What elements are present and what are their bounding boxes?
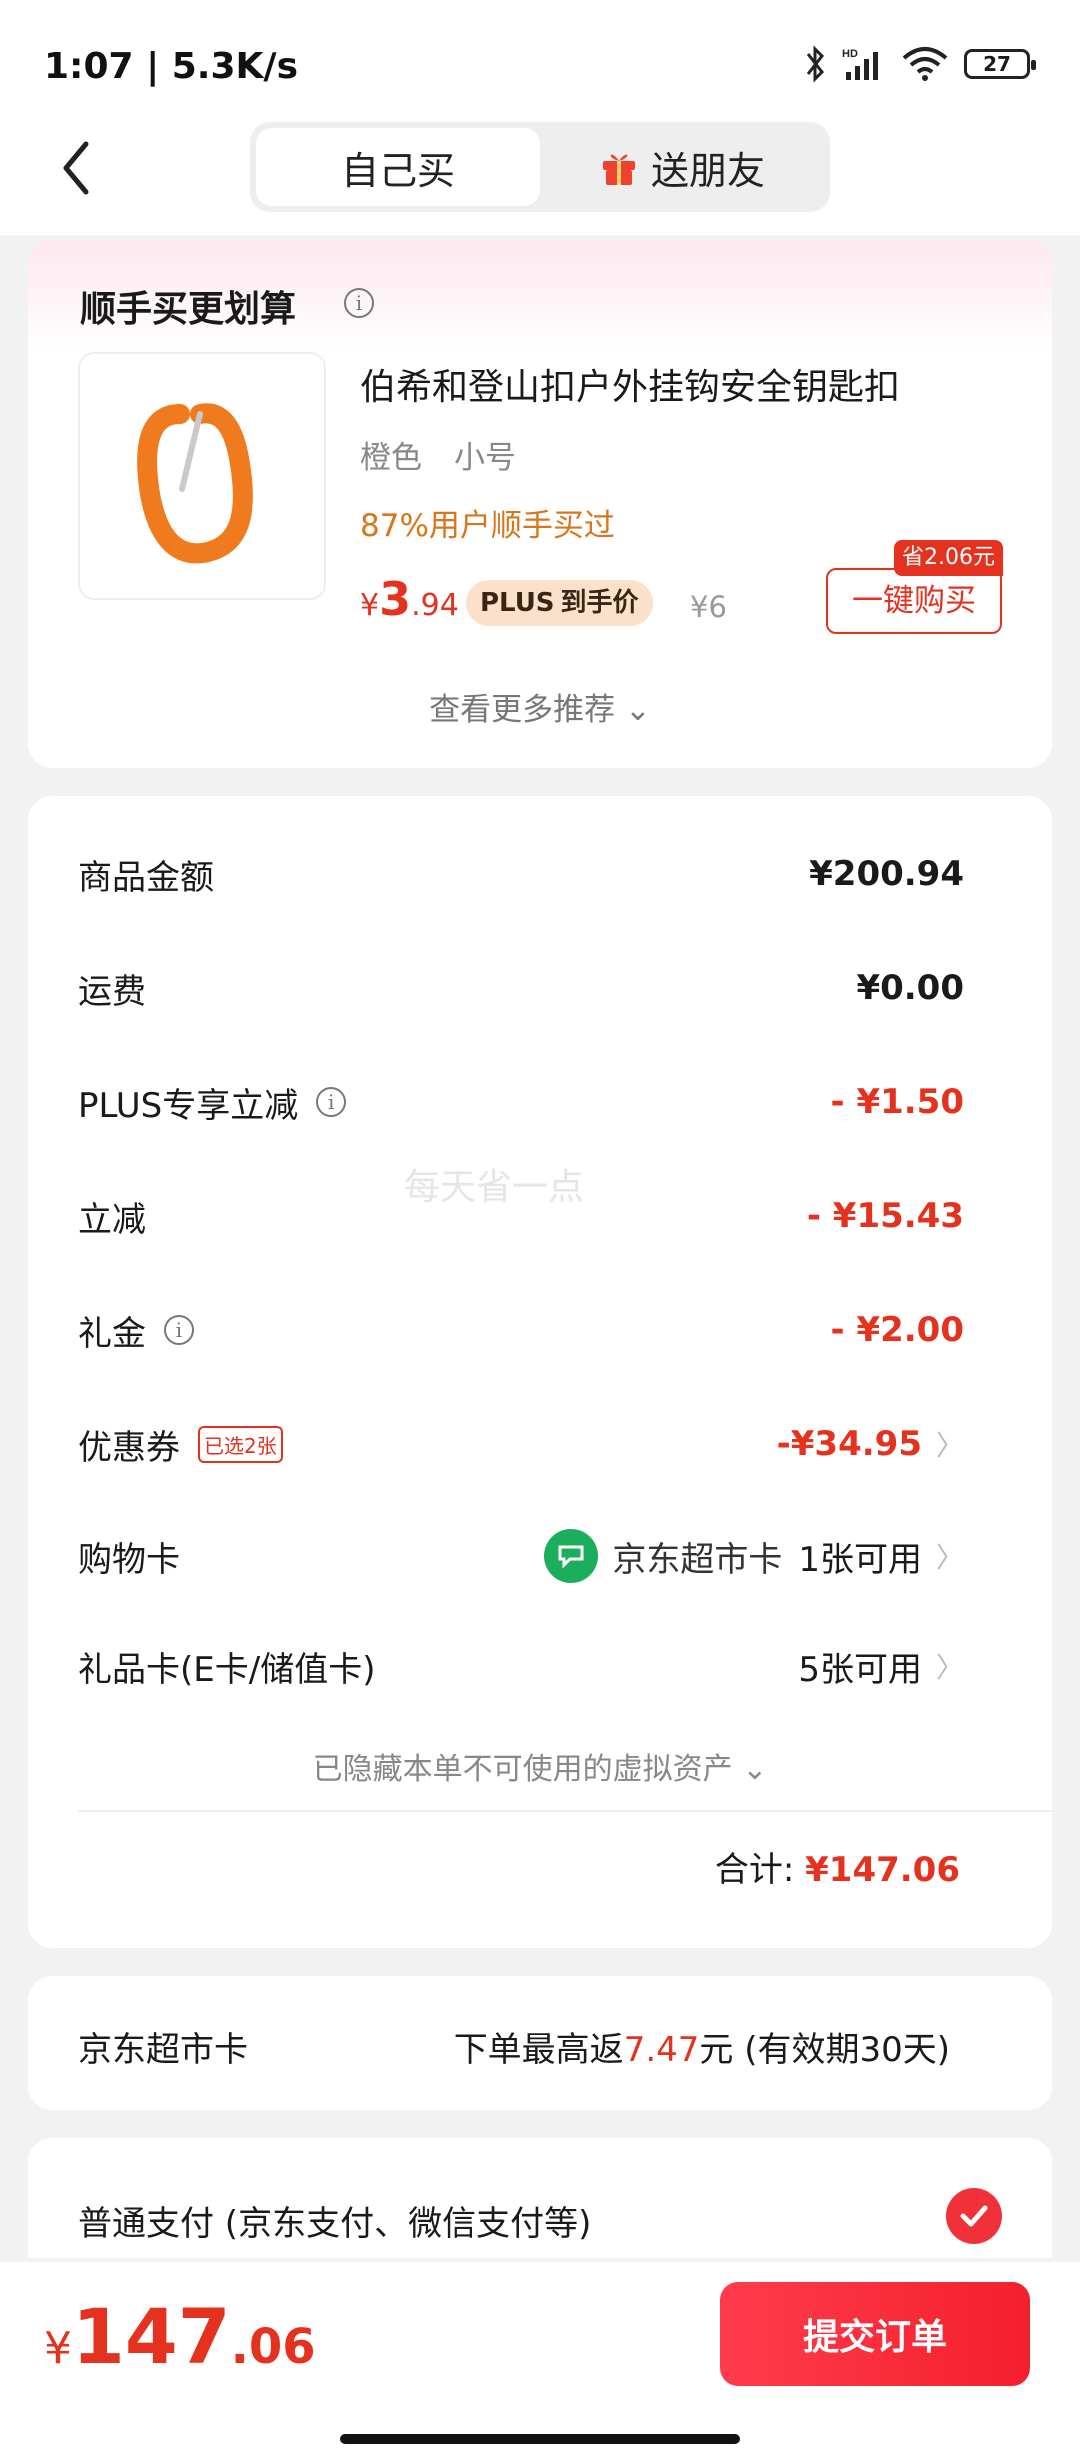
row-label: 运费: [78, 971, 146, 1012]
cashback-suffix: 元 (有效期30天): [699, 2030, 950, 2070]
checkmark-selected-icon[interactable]: [946, 2188, 1002, 2244]
tab-send-to-friend[interactable]: 送朋友: [540, 128, 824, 206]
cashback-info: 下单最高返7.47元 (有效期30天): [454, 2022, 950, 2071]
divider: [78, 1810, 1052, 1812]
bluetooth-icon: [806, 45, 824, 83]
status-time: 1:07 | 5.3K/s: [44, 46, 299, 87]
status-icons: HD 27: [804, 44, 1036, 84]
coupon-selected-badge: 已选2张: [198, 1425, 283, 1463]
order-total: 合计: ¥147.06: [715, 1842, 960, 1891]
shopping-card-name: 京东超市卡: [612, 1539, 783, 1580]
row-label: 优惠券: [78, 1427, 180, 1468]
bottom-currency: ¥: [44, 2323, 72, 2374]
submit-order-button[interactable]: 提交订单: [720, 2282, 1030, 2386]
chevron-right-icon: 〉: [935, 1651, 964, 1684]
price-integer: 3: [379, 572, 412, 626]
home-indicator[interactable]: [340, 2434, 740, 2444]
product-spec: 橙色 小号: [360, 432, 548, 477]
battery-icon: 27: [964, 49, 1036, 79]
row-shopping-card[interactable]: 购物卡 京东超市卡 1张可用 〉: [78, 1526, 964, 1586]
info-icon[interactable]: i: [164, 1315, 194, 1345]
row-value: -¥34.95: [776, 1424, 922, 1464]
total-label: 合计:: [714, 1850, 806, 1890]
product-color: 橙色: [360, 440, 422, 476]
row-shipping: 运费 ¥0.00: [78, 958, 964, 1018]
row-gift-card[interactable]: 礼品卡(E卡/储值卡) 5张可用〉: [78, 1636, 964, 1696]
bottom-price-decimal: .06: [230, 2319, 316, 2375]
price-decimal: .94: [411, 588, 459, 623]
one-click-buy-button[interactable]: 一键购买: [826, 568, 1002, 634]
signal-icon: HD: [842, 48, 878, 80]
more-recommendations-link[interactable]: 查看更多推荐 ⌄: [0, 684, 1080, 729]
row-label: 立减: [78, 1199, 146, 1240]
total-value: ¥147.06: [805, 1850, 960, 1890]
save-badge: 省2.06元: [894, 540, 1003, 576]
info-icon[interactable]: i: [316, 1087, 347, 1117]
gift-icon: [602, 154, 635, 185]
row-goods-amount: 商品金额 ¥200.94: [78, 844, 964, 904]
chevron-right-icon: 〉: [935, 1429, 964, 1462]
hidden-assets-toggle[interactable]: 已隐藏本单不可使用的虚拟资产 ⌄: [0, 1744, 1080, 1788]
product-hint: 87%用户顺手买过: [360, 508, 615, 544]
row-label: 商品金额: [78, 857, 214, 898]
row-label: 购物卡: [78, 1539, 180, 1580]
row-label: 礼金: [78, 1313, 146, 1354]
jd-supermarket-logo-icon: [544, 1529, 599, 1583]
cashback-amount: 7.47: [623, 2030, 700, 2070]
plus-label: PLUS: [480, 588, 555, 618]
row-value: ¥200.94: [809, 854, 964, 894]
plus-price-tag: PLUS 到手价: [466, 580, 653, 626]
row-label: PLUS专享立减: [78, 1085, 299, 1126]
bottom-total-price: ¥ 147 .06: [44, 2292, 316, 2381]
purchase-mode-switch: 自己买 送朋友: [250, 122, 830, 212]
tab-buy-for-self[interactable]: 自己买: [256, 128, 540, 206]
product-image[interactable]: [78, 352, 326, 600]
row-label: 礼品卡(E卡/储值卡): [78, 1649, 376, 1690]
row-value: - ¥15.43: [806, 1196, 964, 1236]
payment-method-label[interactable]: 普通支付 (京东支付、微信支付等): [78, 2196, 591, 2245]
back-arrow-icon[interactable]: [56, 138, 104, 198]
info-icon[interactable]: i: [344, 288, 374, 318]
row-plus-discount: PLUS专享立减 i - ¥1.50: [78, 1072, 964, 1132]
tab-label: 自己买: [340, 148, 455, 193]
row-value: 5张可用: [798, 1649, 922, 1690]
recommend-title: 顺手买更划算: [80, 289, 297, 330]
original-price: ¥6: [690, 590, 727, 624]
row-instant-discount: 立减 - ¥15.43: [78, 1186, 964, 1246]
product-name[interactable]: 伯希和登山扣户外挂钩安全钥匙扣: [360, 358, 900, 410]
cashback-prefix: 下单最高返: [453, 2030, 624, 2070]
cashback-label: 京东超市卡: [78, 2030, 248, 2070]
row-value: - ¥2.00: [830, 1310, 965, 1350]
bottom-price-integer: 147: [72, 2292, 231, 2381]
tab-label: 送朋友: [650, 148, 765, 193]
row-value: ¥0.00: [856, 968, 964, 1008]
carabiner-image: [137, 403, 253, 564]
row-gift-money: 礼金 i - ¥2.00: [78, 1300, 964, 1360]
row-coupon[interactable]: 优惠券 已选2张 -¥34.95 〉: [78, 1414, 964, 1474]
wifi-icon: [902, 47, 948, 81]
product-price: ¥ 3 .94: [360, 572, 459, 626]
chevron-right-icon: 〉: [935, 1541, 964, 1574]
row-value: - ¥1.50: [830, 1082, 965, 1122]
row-value: 1张可用: [798, 1539, 922, 1580]
plus-suffix: 到手价: [560, 588, 639, 618]
price-currency: ¥: [360, 588, 380, 623]
product-size: 小号: [454, 440, 516, 476]
svg-text:HD: HD: [842, 48, 858, 60]
